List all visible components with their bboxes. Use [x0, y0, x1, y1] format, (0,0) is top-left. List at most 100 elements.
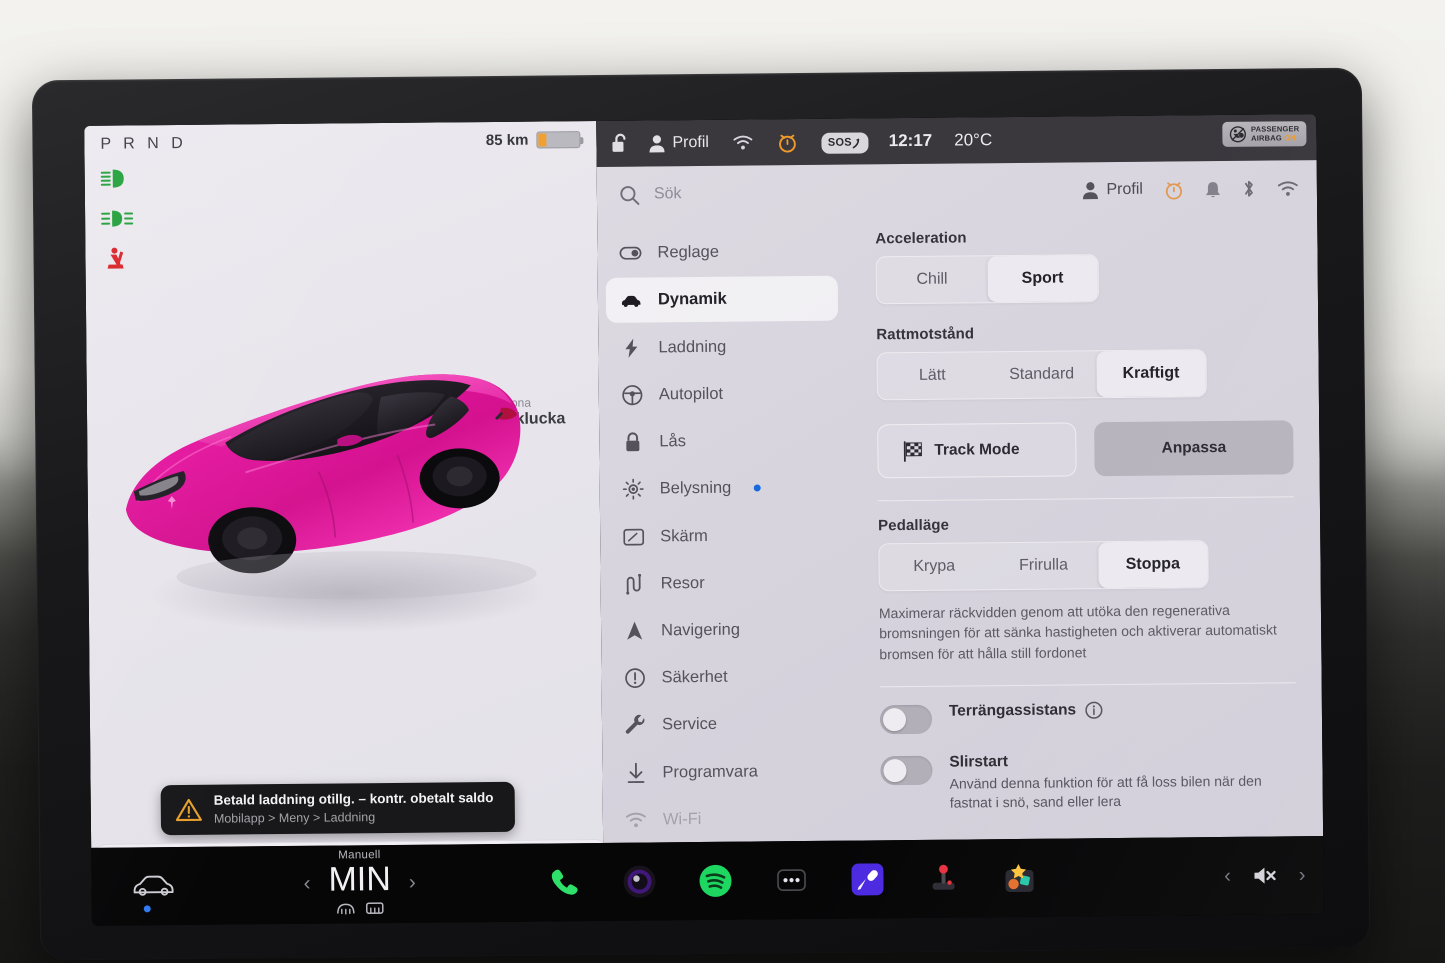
voice-memo-icon	[851, 863, 884, 896]
sidebar-item-las[interactable]: Lås	[607, 418, 839, 465]
sidebar-item-dynamik[interactable]: Dynamik	[605, 275, 839, 324]
sidebar-label: Belysning	[659, 478, 732, 498]
steering-option-latt[interactable]: Lätt	[877, 352, 987, 399]
dynamics-settings-content: Acceleration Chill Sport Rattmotstånd Lä…	[847, 216, 1323, 840]
search-row: Sök Profil	[597, 160, 1318, 223]
pedal-segmented-control[interactable]: Krypa Frirulla Stoppa	[878, 540, 1209, 592]
slip-start-row[interactable]: Slirstart Använd denna funktion för att …	[880, 750, 1297, 814]
pedal-option-stoppa[interactable]: Stoppa	[1097, 541, 1208, 589]
sidebar-label: Säkerhet	[661, 667, 728, 687]
volume-next-button[interactable]: ›	[1299, 864, 1306, 887]
sidebar-item-programvara[interactable]: Programvara	[610, 748, 842, 795]
info-icon[interactable]	[1085, 701, 1103, 719]
climate-control[interactable]: ‹ Manuell MIN ›	[303, 849, 416, 916]
acceleration-option-sport[interactable]: Sport	[987, 255, 1098, 303]
toybox-app-button[interactable]	[999, 858, 1039, 898]
sidebar-item-autopilot[interactable]: Autopilot	[607, 370, 839, 417]
pedal-section-label: Pedalläge	[878, 516, 950, 535]
sidebar-item-sakerhet[interactable]: Säkerhet	[609, 654, 841, 701]
status-alarm[interactable]	[778, 132, 798, 153]
app-launcher-row	[543, 858, 1039, 903]
acceleration-option-chill[interactable]: Chill	[877, 256, 988, 303]
joystick-icon	[932, 864, 955, 890]
phone-app-button[interactable]	[543, 862, 583, 902]
sidebar-item-wifi[interactable]: Wi-Fi	[611, 795, 843, 842]
range-indicator: 85 km	[486, 131, 581, 149]
status-profile[interactable]: Profil	[648, 134, 709, 153]
status-wifi[interactable]	[733, 134, 754, 150]
car-icon	[620, 293, 642, 307]
steering-segmented-control[interactable]: Lätt Standard Kraftigt	[876, 349, 1207, 401]
status-profile-label: Profil	[672, 133, 709, 152]
vehicle-active-dot	[143, 904, 151, 912]
camera-app-button[interactable]	[619, 861, 659, 901]
vehicle-controls-button[interactable]	[131, 871, 175, 912]
sos-arrow-icon	[852, 138, 860, 148]
steering-option-kraftigt[interactable]: Kraftigt	[1096, 350, 1206, 398]
offroad-assist-row[interactable]: Terrängassistans	[879, 699, 1296, 735]
content-divider	[877, 496, 1294, 502]
acceleration-segmented-control[interactable]: Chill Sport	[875, 254, 1099, 305]
trips-icon	[623, 573, 645, 595]
volume-prev-button[interactable]: ‹	[1224, 864, 1231, 887]
offroad-assist-toggle[interactable]	[879, 704, 933, 735]
pedal-option-krypa[interactable]: Krypa	[879, 543, 989, 590]
touchscreen-bezel: P R N D 85 km Baklucka Betald laddning o…	[31, 67, 1371, 961]
front-defroster-icon[interactable]	[335, 900, 355, 915]
steering-icon	[621, 384, 643, 406]
bell-icon[interactable]	[1205, 179, 1221, 198]
more-apps-button[interactable]	[771, 860, 811, 900]
sidebar-item-laddning[interactable]: Laddning	[606, 323, 838, 370]
pedal-option-frirulla[interactable]: Frirulla	[989, 542, 1099, 589]
sidebar-item-navigering[interactable]: Navigering	[609, 607, 841, 654]
climate-increase-button[interactable]: ›	[409, 870, 416, 893]
safety-icon	[623, 668, 645, 689]
wifi-icon[interactable]	[1277, 180, 1299, 197]
volume-muted-icon	[1254, 867, 1277, 884]
voice-memo-app-button[interactable]	[847, 859, 887, 899]
vehicle-render[interactable]	[104, 291, 587, 626]
unlock-status-icon[interactable]	[610, 133, 630, 155]
sidebar-label: Programvara	[662, 762, 758, 782]
sidebar-item-service[interactable]: Service	[610, 701, 842, 748]
slip-start-toggle[interactable]	[880, 755, 933, 786]
climate-temperature: MIN	[328, 859, 391, 899]
sos-label: SOS	[827, 136, 852, 149]
spotify-icon	[699, 864, 732, 897]
arcade-app-button[interactable]	[923, 858, 963, 898]
sidebar-item-reglage[interactable]: Reglage	[605, 229, 837, 276]
airbag-text: PASSENGER AIRBAG ON	[1251, 124, 1300, 143]
alarm-clock-icon[interactable]	[1164, 179, 1184, 200]
wifi-icon	[733, 135, 753, 150]
sos-button[interactable]: SOS	[821, 131, 869, 154]
climate-decrease-button[interactable]: ‹	[303, 871, 310, 894]
steering-option-standard[interactable]: Standard	[987, 351, 1097, 398]
track-mode-button[interactable]: Track Mode	[877, 422, 1077, 479]
sidebar-label: Autopilot	[658, 384, 724, 404]
person-icon	[649, 135, 665, 153]
screen-content: P R N D 85 km Baklucka Betald laddning o…	[84, 114, 1324, 848]
bluetooth-icon[interactable]	[1242, 179, 1256, 199]
alarm-clock-icon	[779, 134, 797, 152]
profile-button[interactable]: Profil	[1081, 181, 1143, 200]
checkered-flag-icon	[903, 440, 922, 462]
rear-defroster-icon[interactable]	[364, 900, 384, 915]
offroad-assist-label: Terrängassistans	[948, 701, 1077, 720]
wifi-icon	[625, 811, 647, 828]
sidebar-item-resor[interactable]: Resor	[608, 559, 840, 606]
search-field[interactable]: Sök	[619, 180, 1082, 205]
settings-panes: Reglage Dynamik Laddning Autopilot Lås B…	[597, 216, 1323, 843]
warning-triangle-icon	[175, 798, 202, 822]
top-status-bar: Profil SOS 12:17 20°C PASSENGER AIRBAG O…	[596, 114, 1317, 167]
sidebar-item-skarm[interactable]: Skärm	[608, 512, 840, 559]
customize-button[interactable]: Anpassa	[1094, 420, 1294, 477]
spotify-app-button[interactable]	[695, 861, 735, 901]
range-value: 85 km	[485, 131, 529, 150]
sidebar-item-belysning[interactable]: Belysning	[608, 465, 840, 512]
track-mode-label: Track Mode	[934, 440, 1020, 459]
slip-start-description: Använd denna funktion för att få loss bi…	[949, 772, 1262, 812]
mute-button[interactable]	[1253, 864, 1277, 886]
gear-indicator: P R N D	[100, 134, 187, 153]
sidebar-label: Laddning	[658, 337, 727, 356]
charging-alert-toast[interactable]: Betald laddning otillg. – kontr. obetalt…	[160, 781, 516, 836]
